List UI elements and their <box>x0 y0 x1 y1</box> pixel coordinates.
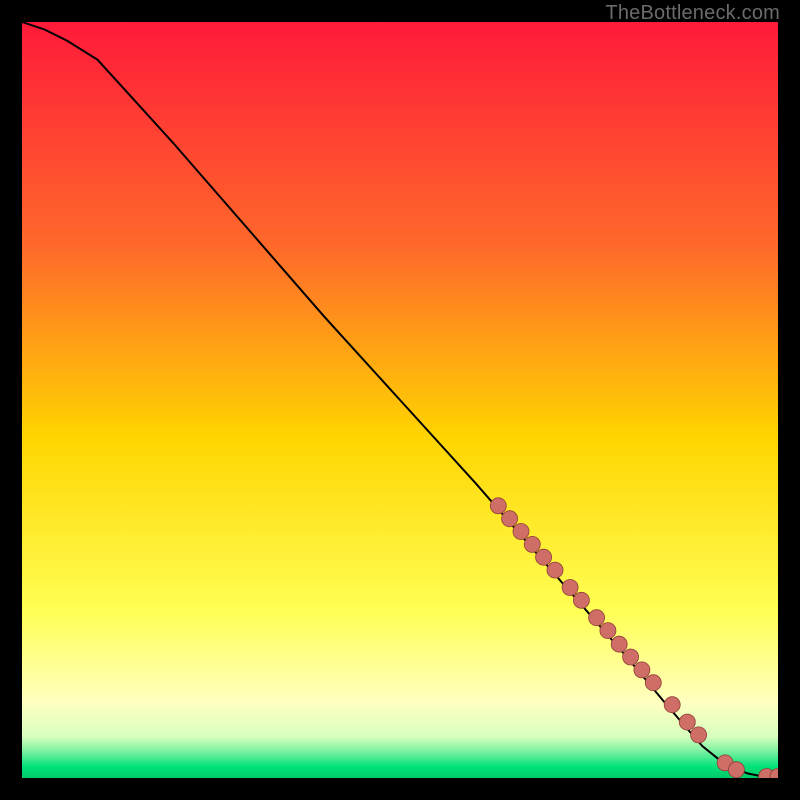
data-marker <box>513 524 529 540</box>
data-marker <box>611 636 627 652</box>
data-marker <box>623 649 639 665</box>
chart-frame: TheBottleneck.com <box>0 0 800 800</box>
bottleneck-curve <box>22 22 778 777</box>
data-marker <box>679 714 695 730</box>
curve-layer <box>22 22 778 778</box>
data-marker <box>600 623 616 639</box>
watermark-text: TheBottleneck.com <box>605 2 780 25</box>
data-marker <box>547 562 563 578</box>
data-marker <box>728 762 744 778</box>
data-markers <box>490 498 778 778</box>
data-marker <box>490 498 506 514</box>
data-marker <box>634 662 650 678</box>
data-marker <box>589 610 605 626</box>
data-marker <box>645 675 661 691</box>
data-marker <box>573 592 589 608</box>
data-marker <box>524 536 540 552</box>
data-marker <box>502 511 518 527</box>
data-marker <box>664 697 680 713</box>
data-marker <box>536 549 552 565</box>
data-marker <box>691 727 707 743</box>
data-marker <box>562 580 578 596</box>
plot-area <box>22 22 778 778</box>
